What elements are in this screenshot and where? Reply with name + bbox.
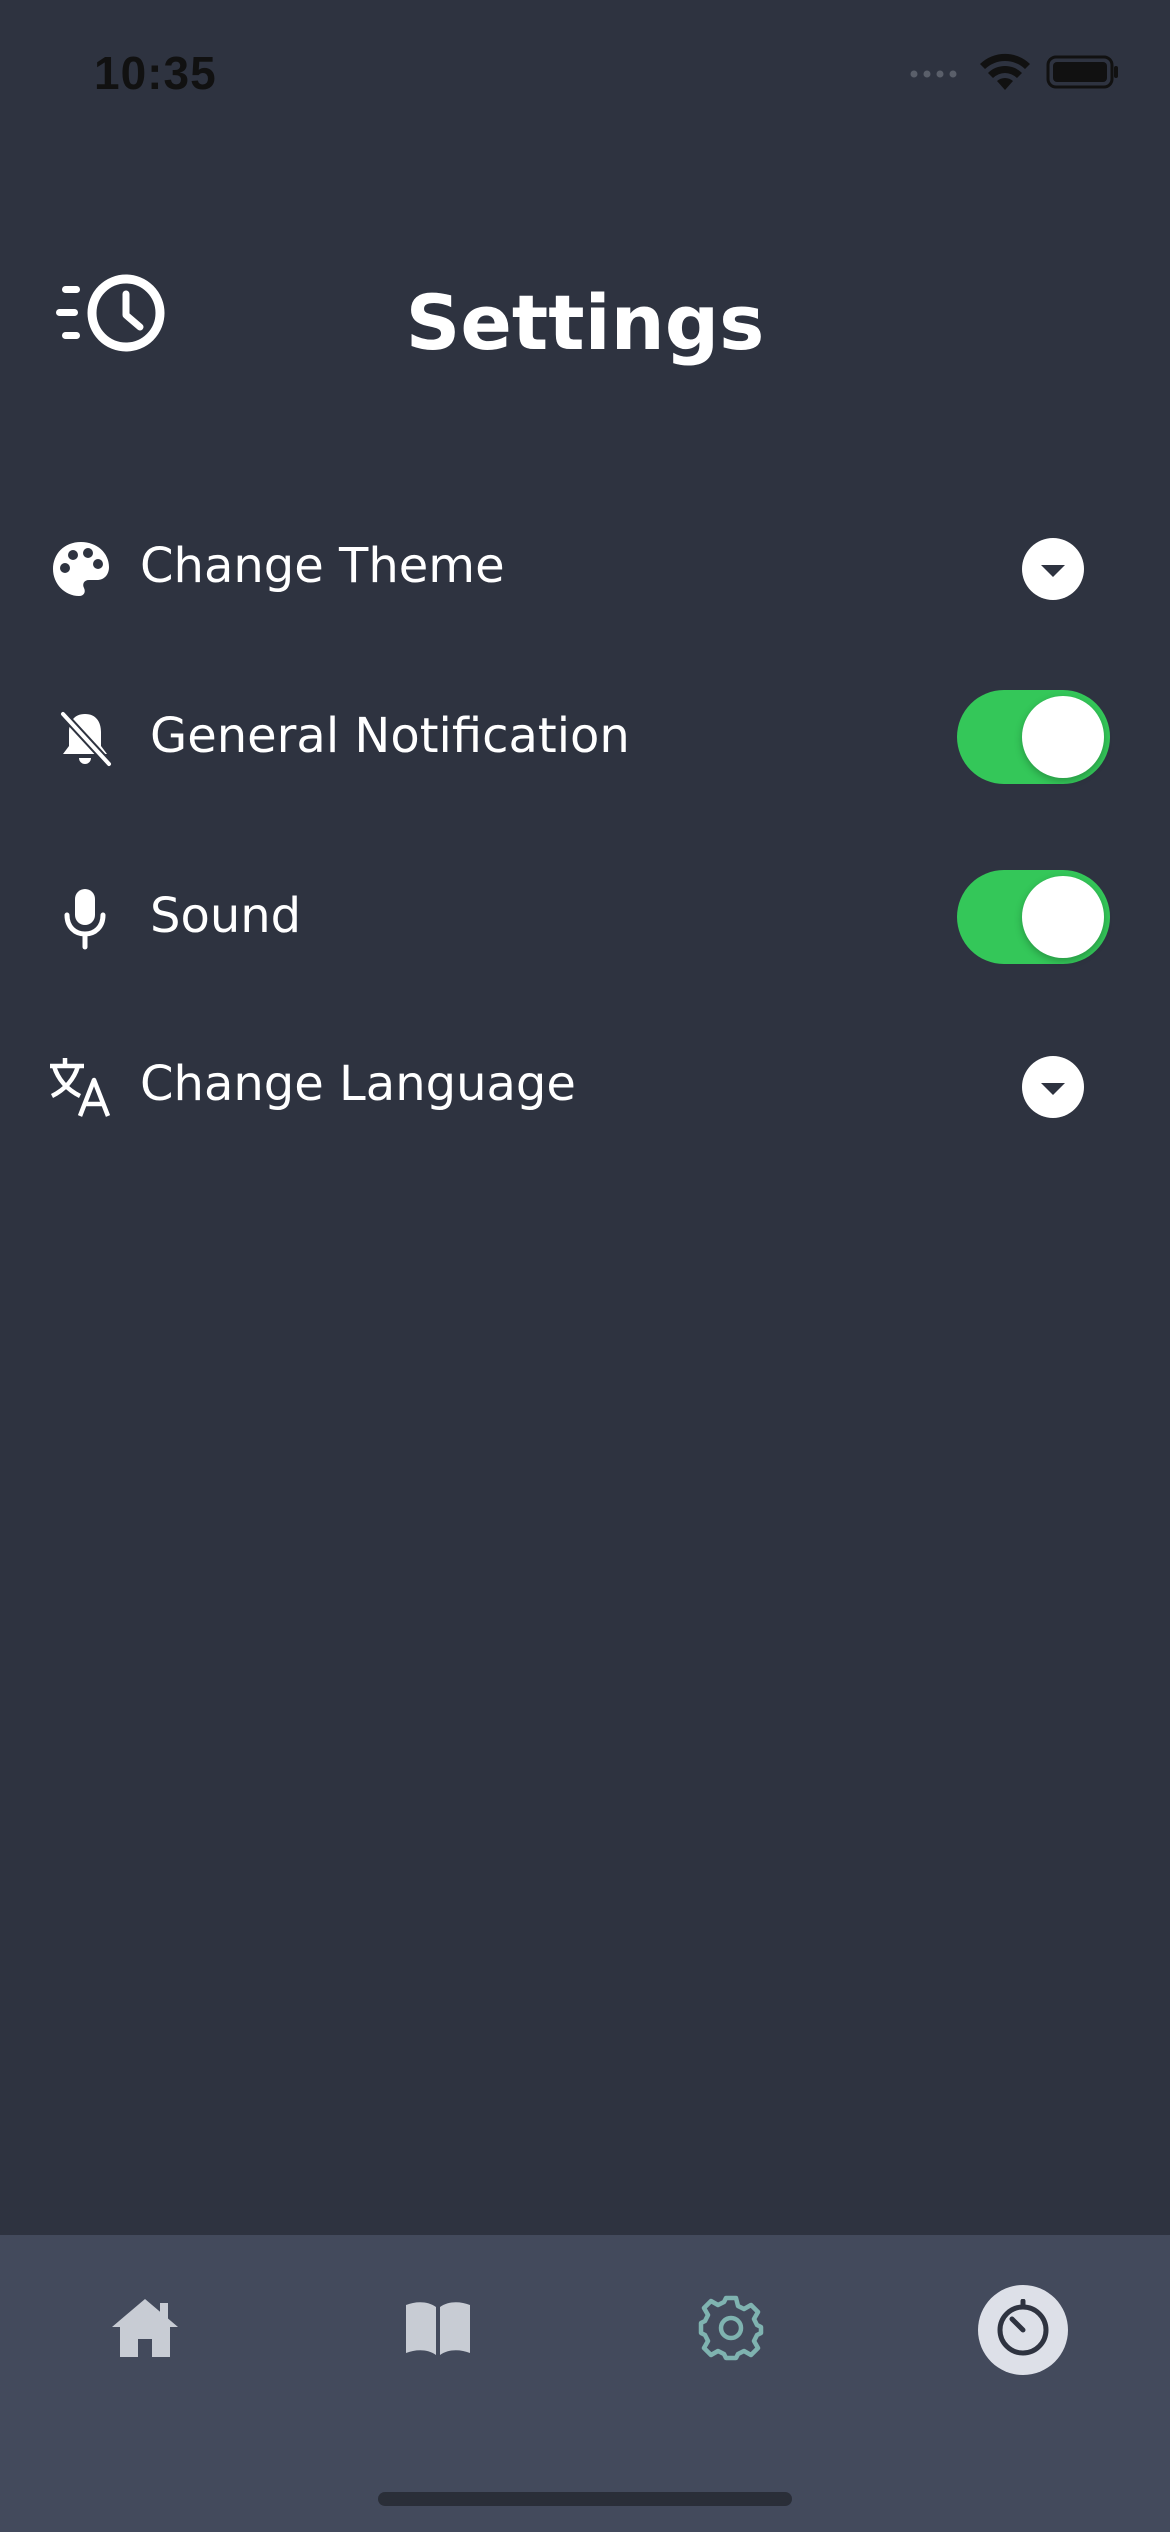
- tab-library[interactable]: [393, 2285, 483, 2375]
- home-indicator: [378, 2492, 792, 2506]
- setting-label-change-theme: Change Theme: [140, 538, 505, 594]
- chevron-down-icon: [1041, 1083, 1065, 1095]
- palette-icon: [46, 534, 116, 604]
- status-time: 10:35: [94, 47, 217, 99]
- battery-icon: [1046, 54, 1120, 94]
- theme-dropdown-button[interactable]: [1022, 538, 1084, 600]
- notification-toggle[interactable]: [957, 690, 1110, 784]
- setting-label-change-language: Change Language: [140, 1056, 576, 1112]
- timer-icon: [994, 2298, 1052, 2361]
- setting-row-change-language[interactable]: Change Language: [0, 1028, 1170, 1138]
- wifi-icon: [978, 52, 1032, 96]
- header: Settings: [0, 250, 1170, 380]
- home-icon: [108, 2295, 182, 2365]
- tab-home[interactable]: [100, 2285, 190, 2375]
- translate-icon: [46, 1052, 116, 1122]
- microphone-icon: [50, 884, 120, 954]
- tab-settings[interactable]: [686, 2285, 776, 2375]
- toggle-knob: [1022, 696, 1104, 778]
- status-bar: 10:35: [0, 0, 1170, 150]
- setting-label-general-notification: General Notification: [150, 708, 630, 764]
- tab-bar: [0, 2235, 1170, 2532]
- setting-row-sound: Sound: [0, 860, 1170, 970]
- language-dropdown-button[interactable]: [1022, 1056, 1084, 1118]
- chevron-down-icon: [1041, 565, 1065, 577]
- sound-toggle[interactable]: [957, 870, 1110, 964]
- setting-row-change-theme[interactable]: Change Theme: [0, 510, 1170, 620]
- book-icon: [402, 2299, 474, 2361]
- signal-icon: [908, 62, 964, 86]
- toggle-knob: [1022, 876, 1104, 958]
- status-icons: [908, 52, 1120, 96]
- bell-off-icon: [50, 704, 120, 774]
- setting-row-general-notification: General Notification: [0, 680, 1170, 790]
- tab-timer[interactable]: [978, 2285, 1068, 2375]
- setting-label-sound: Sound: [150, 888, 302, 944]
- page-title: Settings: [405, 278, 765, 367]
- tab-active-indicator: [978, 2285, 1068, 2375]
- gear-icon: [697, 2294, 765, 2366]
